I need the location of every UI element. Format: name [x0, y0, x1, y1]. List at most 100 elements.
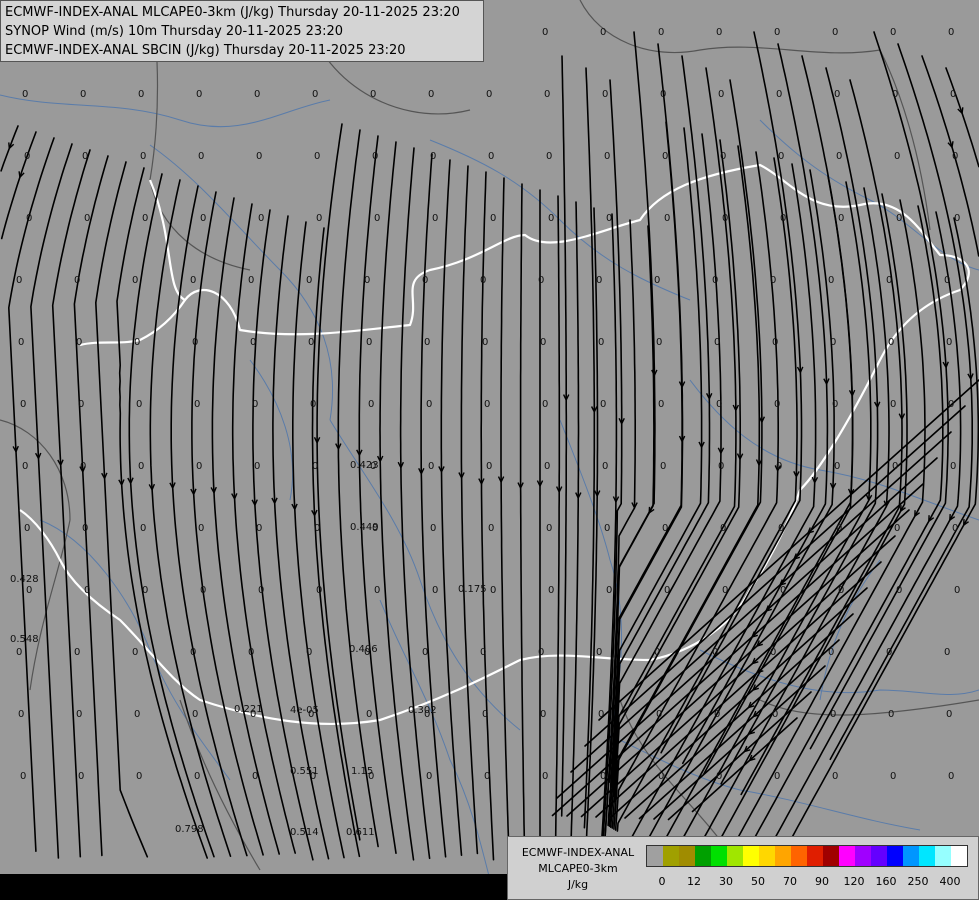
grid-value-zero: 0 — [600, 27, 606, 38]
grid-value-zero: 0 — [192, 337, 198, 348]
streamline — [646, 169, 835, 842]
streamline — [460, 165, 479, 855]
legend-swatch — [855, 846, 871, 866]
grid-value-zero: 0 — [830, 337, 836, 348]
grid-value-zero: 0 — [252, 771, 258, 782]
grid-value-zero: 0 — [366, 709, 372, 720]
legend-swatch — [871, 846, 887, 866]
grid-value-zero: 0 — [950, 461, 956, 472]
legend-swatch — [887, 846, 903, 866]
bottom-black-strip — [0, 874, 507, 900]
streamline — [500, 177, 510, 859]
grid-value-label: 0.551 — [290, 766, 319, 777]
grid-value-zero: 0 — [250, 337, 256, 348]
grid-value-zero: 0 — [314, 523, 320, 534]
grid-value-zero: 0 — [600, 771, 606, 782]
legend-tick: 70 — [783, 875, 797, 888]
title-synop-wind: SYNOP Wind (m/s) 10m Thursday 20-11-2025… — [5, 24, 344, 39]
grid-value-zero: 0 — [308, 337, 314, 348]
grid-value-zero: 0 — [136, 399, 142, 410]
grid-value-zero: 0 — [544, 461, 550, 472]
grid-value-zero: 0 — [888, 337, 894, 348]
grid-value-zero: 0 — [428, 89, 434, 100]
legend-swatch — [935, 846, 951, 866]
grid-value-zero: 0 — [828, 275, 834, 286]
grid-value-label: 0.302 — [408, 705, 437, 716]
grid-value-zero: 0 — [718, 461, 724, 472]
grid-value-zero: 0 — [948, 399, 954, 410]
grid-value-zero: 0 — [714, 337, 720, 348]
grid-value-zero: 0 — [18, 337, 24, 348]
title-sbcin: ECMWF-INDEX-ANAL SBCIN (J/kg) Thursday 2… — [5, 43, 406, 58]
grid-value-zero: 0 — [430, 523, 436, 534]
legend-tick: 30 — [719, 875, 733, 888]
grid-value-zero: 0 — [886, 275, 892, 286]
legend-product-line1: ECMWF-INDEX-ANAL — [521, 846, 635, 859]
grid-value-zero: 0 — [952, 151, 958, 162]
grid-value-zero: 0 — [774, 399, 780, 410]
grid-value-zero: 0 — [480, 275, 486, 286]
grid-value-zero: 0 — [428, 461, 434, 472]
grid-value-zero: 0 — [658, 771, 664, 782]
grid-value-zero: 0 — [832, 399, 838, 410]
grid-value-zero: 0 — [426, 399, 432, 410]
grid-value-zero: 0 — [886, 647, 892, 658]
grid-value-zero: 0 — [832, 771, 838, 782]
grid-value-zero: 0 — [780, 585, 786, 596]
grid-value-label: 0.449 — [350, 522, 379, 533]
grid-value-zero: 0 — [546, 523, 552, 534]
legend-tick: 400 — [939, 875, 961, 888]
legend-swatch — [951, 846, 967, 866]
streamline — [560, 55, 568, 817]
grid-value-zero: 0 — [838, 213, 844, 224]
grid-value-zero: 0 — [136, 771, 142, 782]
grid-value-zero: 0 — [142, 585, 148, 596]
grid-value-zero: 0 — [838, 585, 844, 596]
grid-value-zero: 0 — [712, 275, 718, 286]
grid-value-zero: 0 — [548, 585, 554, 596]
grid-value-zero: 0 — [364, 275, 370, 286]
grid-value-zero: 0 — [656, 337, 662, 348]
legend-swatch — [679, 846, 695, 866]
grid-value-zero: 0 — [722, 213, 728, 224]
grid-value-zero: 0 — [306, 647, 312, 658]
grid-value-zero: 0 — [606, 213, 612, 224]
grid-value-label: 1.15 — [351, 766, 373, 777]
legend-tick-labels: 0 12 30 50 70 90 120 160 250 400 — [646, 875, 976, 891]
grid-value-zero: 0 — [370, 89, 376, 100]
grid-value-label: 0.406 — [349, 644, 378, 655]
grid-value-zero: 0 — [542, 771, 548, 782]
grid-value-zero: 0 — [254, 461, 260, 472]
grid-value-zero: 0 — [662, 523, 668, 534]
grid-value-zero: 0 — [946, 337, 952, 348]
country-borders — [0, 0, 979, 871]
grid-value-zero: 0 — [944, 647, 950, 658]
color-legend: ECMWF-INDEX-ANAL MLCAPE0-3km J/kg 0 12 30 5… — [507, 836, 979, 900]
grid-value-zero: 0 — [654, 275, 660, 286]
grid-value-zero: 0 — [484, 399, 490, 410]
grid-value-zero: 0 — [770, 647, 776, 658]
legend-swatch — [663, 846, 679, 866]
streamline — [809, 31, 949, 750]
streamline — [292, 221, 345, 859]
grid-value-zero: 0 — [16, 647, 22, 658]
legend-swatch — [695, 846, 711, 866]
legend-swatch — [823, 846, 839, 866]
grid-value-zero: 0 — [138, 461, 144, 472]
grid-value-zero: 0 — [778, 151, 784, 162]
grid-value-zero: 0 — [422, 275, 428, 286]
grid-value-zero: 0 — [542, 27, 548, 38]
grid-value-zero: 0 — [664, 585, 670, 596]
grid-value-label: 0.221 — [234, 704, 263, 715]
grid-value-zero: 0 — [200, 585, 206, 596]
grid-value-zero: 0 — [316, 213, 322, 224]
grid-value-zero: 0 — [598, 337, 604, 348]
grid-value-label: 0.548 — [10, 634, 39, 645]
legend-unit: J/kg — [567, 878, 589, 891]
legend-swatch — [727, 846, 743, 866]
streamline — [379, 141, 415, 861]
grid-value-zero: 0 — [20, 399, 26, 410]
grid-value-label: 0.798 — [175, 824, 204, 835]
grid-value-zero: 0 — [896, 585, 902, 596]
grid-value-zero: 0 — [720, 523, 726, 534]
